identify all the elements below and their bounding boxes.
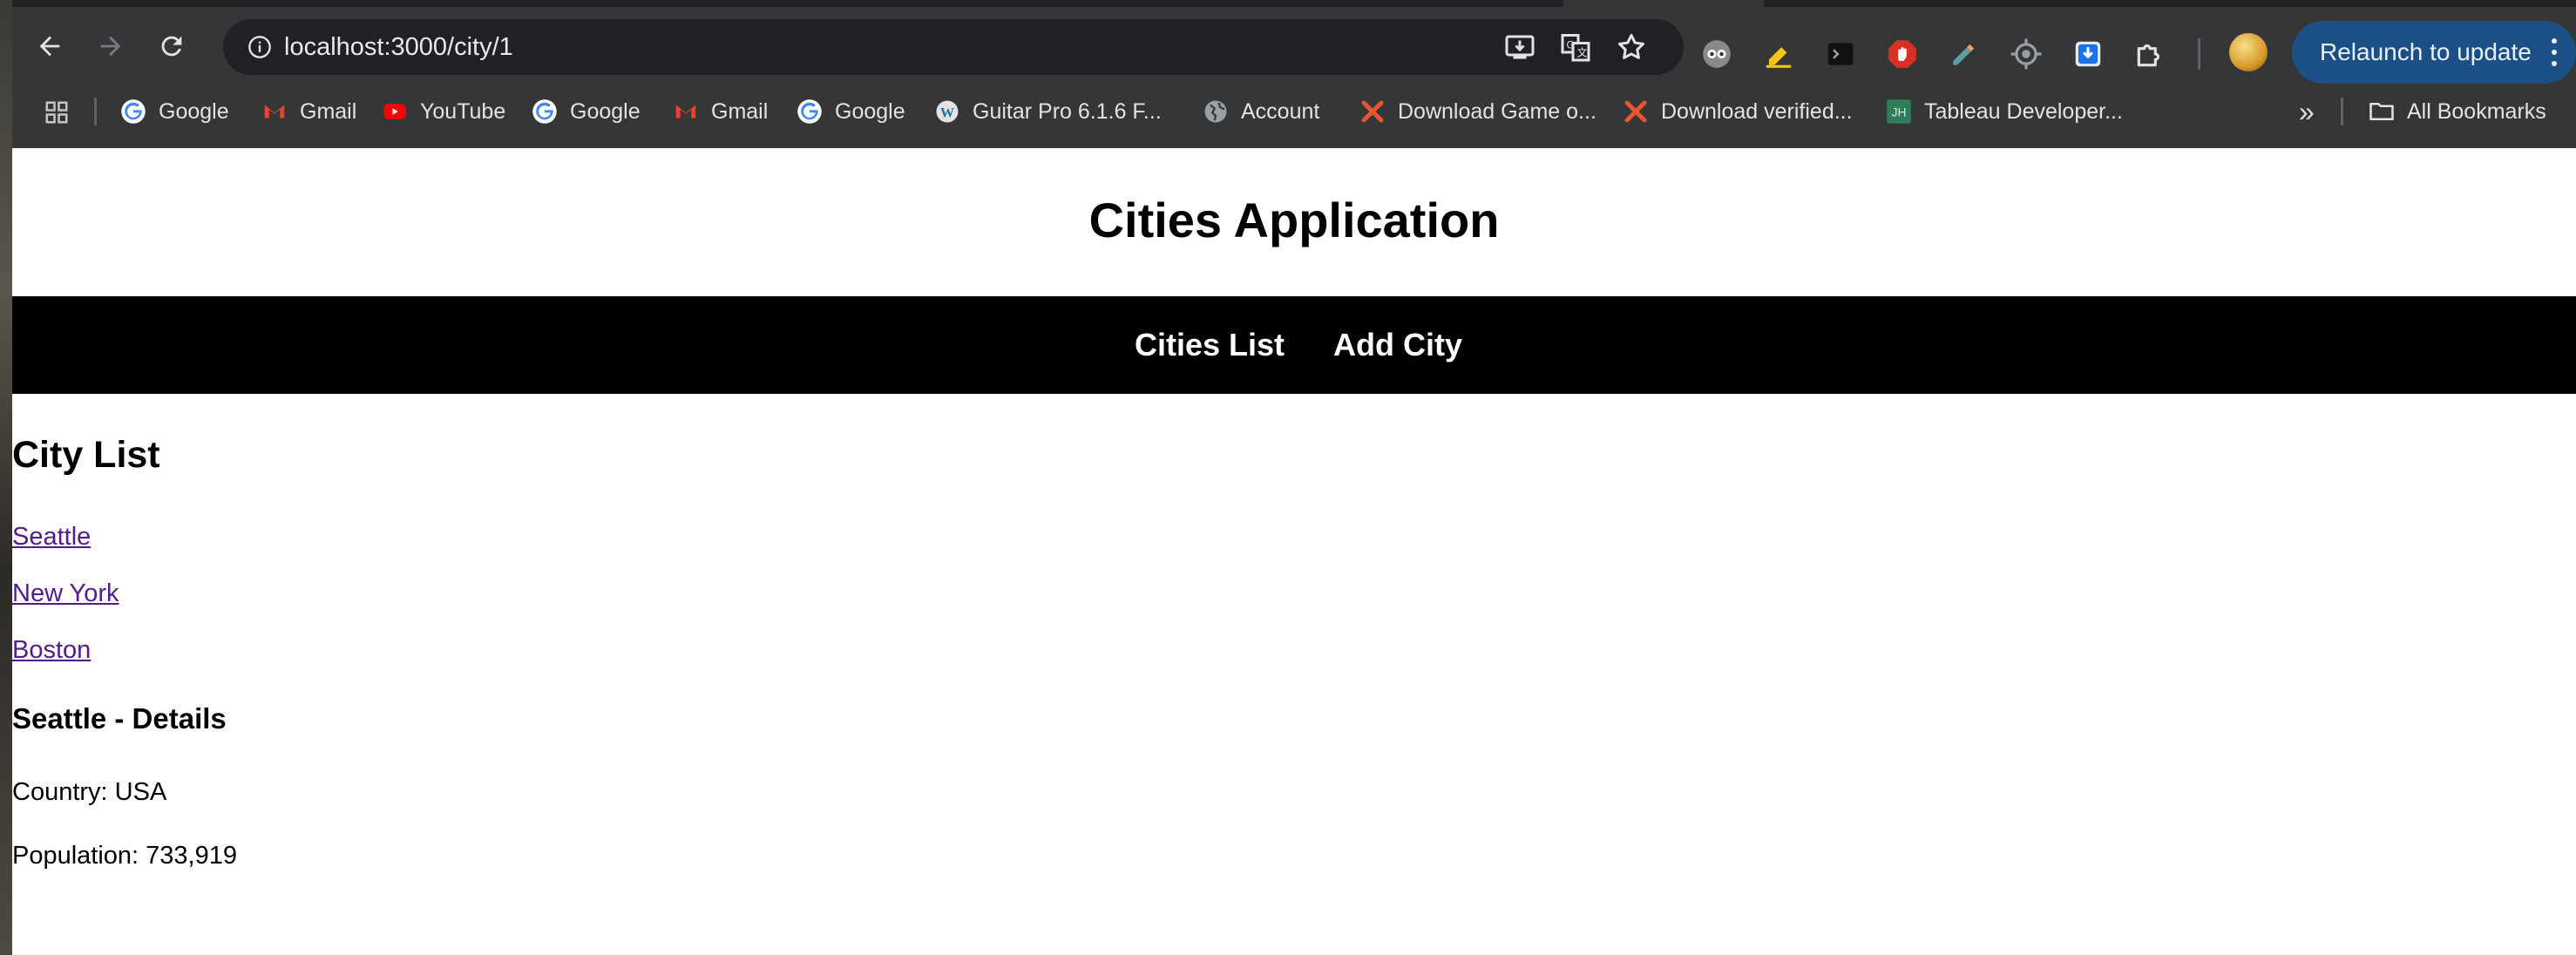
city-country: Country: USA xyxy=(12,778,167,806)
extension-owl-icon[interactable] xyxy=(1699,37,1734,71)
bookmarks-divider xyxy=(94,98,97,125)
city-link-new-york[interactable]: New York xyxy=(12,579,119,608)
reload-icon xyxy=(161,36,182,57)
extension-adblock-icon[interactable] xyxy=(1885,37,1920,71)
bookmarks-divider xyxy=(2341,98,2343,125)
address-bar[interactable]: localhost:3000/city/1 G文 xyxy=(223,19,1684,75)
bookmark-label: Download verified... xyxy=(1661,98,1853,124)
svg-text:W: W xyxy=(940,105,954,120)
bookmark-label: Google xyxy=(159,98,229,124)
more-bookmarks-button[interactable]: » xyxy=(2299,94,2315,129)
extension-locator-icon[interactable] xyxy=(2009,37,2044,71)
bookmark-gmail[interactable]: Gmail xyxy=(261,94,356,129)
toolbar-divider xyxy=(2198,38,2200,70)
city-link-boston[interactable]: Boston xyxy=(12,636,91,665)
browser-toolbar: localhost:3000/city/1 G文 Relaunch to upd… xyxy=(12,9,2576,85)
back-arrow-icon xyxy=(39,36,60,57)
bookmark-account[interactable]: Account xyxy=(1203,94,1319,129)
reload-button[interactable] xyxy=(148,23,195,70)
bookmark-label: Account xyxy=(1241,98,1320,124)
bookmark-youtube[interactable]: YouTube xyxy=(382,94,505,129)
main-navbar: Cities List Add City xyxy=(12,296,2576,394)
city-population: Population: 733,919 xyxy=(12,842,237,870)
bookmarks-bar: Google Gmail YouTube Google Gmail Google… xyxy=(12,91,2576,132)
translate-icon[interactable]: G文 xyxy=(1560,31,1591,63)
city-list-heading: City List xyxy=(12,434,160,476)
wordpress-icon: W xyxy=(934,98,960,125)
globe-icon xyxy=(1203,98,1229,125)
bookmark-download-game[interactable]: Download Game o... xyxy=(1359,94,1596,129)
x-logo-icon xyxy=(1623,98,1649,125)
svg-text:文: 文 xyxy=(1577,46,1588,59)
bookmark-label: YouTube xyxy=(420,98,506,124)
bookmark-label: Google xyxy=(570,98,641,124)
bookmark-gmail[interactable]: Gmail xyxy=(673,94,768,129)
city-link-seattle[interactable]: Seattle xyxy=(12,523,91,552)
gmail-icon xyxy=(261,98,288,125)
browser-chrome: localhost:3000/city/1 G文 Relaunch to upd… xyxy=(12,0,2576,148)
page-content: Cities Application Cities List Add City … xyxy=(12,148,2576,955)
bookmark-guitar-pro[interactable]: W Guitar Pro 6.1.6 F... xyxy=(934,94,1162,129)
extension-download-icon[interactable] xyxy=(2071,37,2105,71)
x-logo-icon xyxy=(1359,98,1386,125)
google-icon xyxy=(120,98,146,125)
extension-terminal-icon[interactable] xyxy=(1823,37,1858,71)
relaunch-to-update-button[interactable]: Relaunch to update xyxy=(2292,21,2576,84)
nav-add-city-link[interactable]: Add City xyxy=(1333,296,1462,394)
url-text[interactable]: localhost:3000/city/1 xyxy=(284,19,513,75)
tab-strip xyxy=(1764,0,2576,7)
app-title: Cities Application xyxy=(1088,193,1500,247)
chevron-double-right-icon: » xyxy=(2299,95,2315,127)
bookmark-label: Tableau Developer... xyxy=(1924,98,2123,124)
svg-text:G: G xyxy=(1567,39,1575,51)
nav-cities-list-link[interactable]: Cities List xyxy=(1135,296,1285,394)
site-info-icon[interactable] xyxy=(247,35,272,59)
bookmark-google[interactable]: Google xyxy=(797,94,905,129)
apps-grid-icon[interactable] xyxy=(44,99,70,125)
forward-arrow-icon xyxy=(100,36,121,57)
bookmark-star-icon[interactable] xyxy=(1616,31,1647,63)
install-app-icon[interactable] xyxy=(1504,31,1535,63)
chrome-menu-icon[interactable] xyxy=(2552,38,2557,66)
desktop-edge xyxy=(0,0,12,955)
extension-highlighter-icon[interactable] xyxy=(1761,37,1796,71)
tab-strip xyxy=(12,0,1563,7)
bookmark-tableau-developer[interactable]: JH Tableau Developer... xyxy=(1886,94,2123,129)
gmail-icon xyxy=(673,98,699,125)
bookmark-google[interactable]: Google xyxy=(532,94,641,129)
all-bookmarks-button[interactable]: All Bookmarks xyxy=(2369,94,2546,129)
all-bookmarks-label: All Bookmarks xyxy=(2407,98,2546,124)
back-button[interactable] xyxy=(26,23,73,70)
bookmark-label: Download Game o... xyxy=(1398,98,1596,124)
bookmark-label: Gmail xyxy=(300,98,357,124)
bookmark-google[interactable]: Google xyxy=(120,94,229,129)
svg-text:JH: JH xyxy=(1892,106,1907,119)
google-icon xyxy=(797,98,823,125)
folder-icon xyxy=(2369,98,2395,125)
bookmark-label: Google xyxy=(835,98,905,124)
forward-button[interactable] xyxy=(87,23,134,70)
extensions-puzzle-icon[interactable] xyxy=(2132,37,2167,71)
extension-pencil-icon[interactable] xyxy=(1947,37,1982,71)
bookmark-label: Guitar Pro 6.1.6 F... xyxy=(973,98,1162,124)
google-icon xyxy=(532,98,558,125)
bookmark-download-verified[interactable]: Download verified... xyxy=(1623,94,1853,129)
bookmark-label: Gmail xyxy=(711,98,769,124)
profile-avatar[interactable] xyxy=(2229,33,2268,71)
youtube-icon xyxy=(382,98,408,125)
city-details-heading: Seattle - Details xyxy=(12,702,227,735)
jh-icon: JH xyxy=(1886,98,1912,125)
relaunch-label: Relaunch to update xyxy=(2320,38,2532,65)
